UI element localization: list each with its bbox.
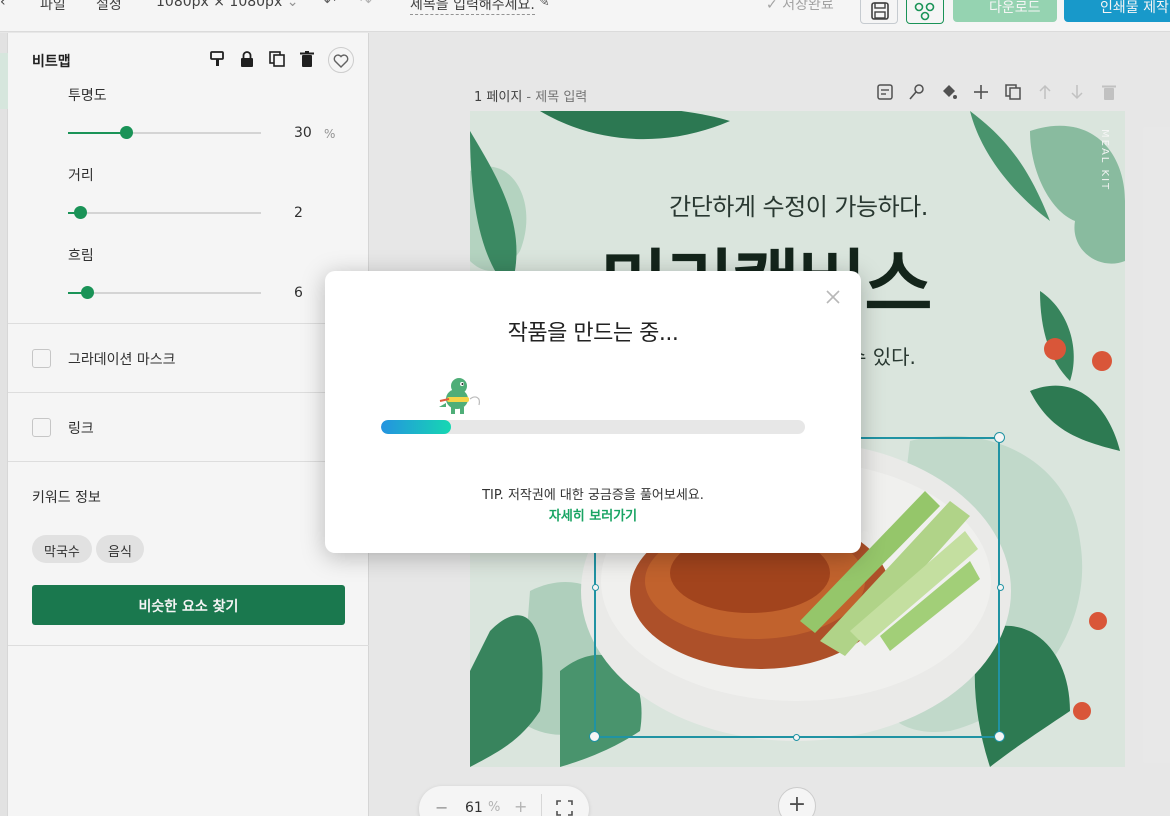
modal-title: 작품을 만드는 중... xyxy=(507,321,679,346)
dinosaur-mascot-icon xyxy=(439,378,480,414)
tip-link[interactable]: 자세히 보러가기 xyxy=(325,505,861,524)
editor-screen: ‹ 파일 설정 1080px × 1080px ⌄ ↶ ↷ 제목을 입력해주세요… xyxy=(0,0,1170,816)
progress-bar xyxy=(381,420,805,434)
close-icon[interactable] xyxy=(825,289,841,305)
progress-modal: 작품을 만드는 중... TIP. 저작권에 대한 궁금증을 풀어보세요. 자세… xyxy=(325,271,861,553)
progress-bar-fill xyxy=(381,420,451,434)
tip-text: TIP. 저작권에 대한 궁금증을 풀어보세요. xyxy=(482,488,704,503)
